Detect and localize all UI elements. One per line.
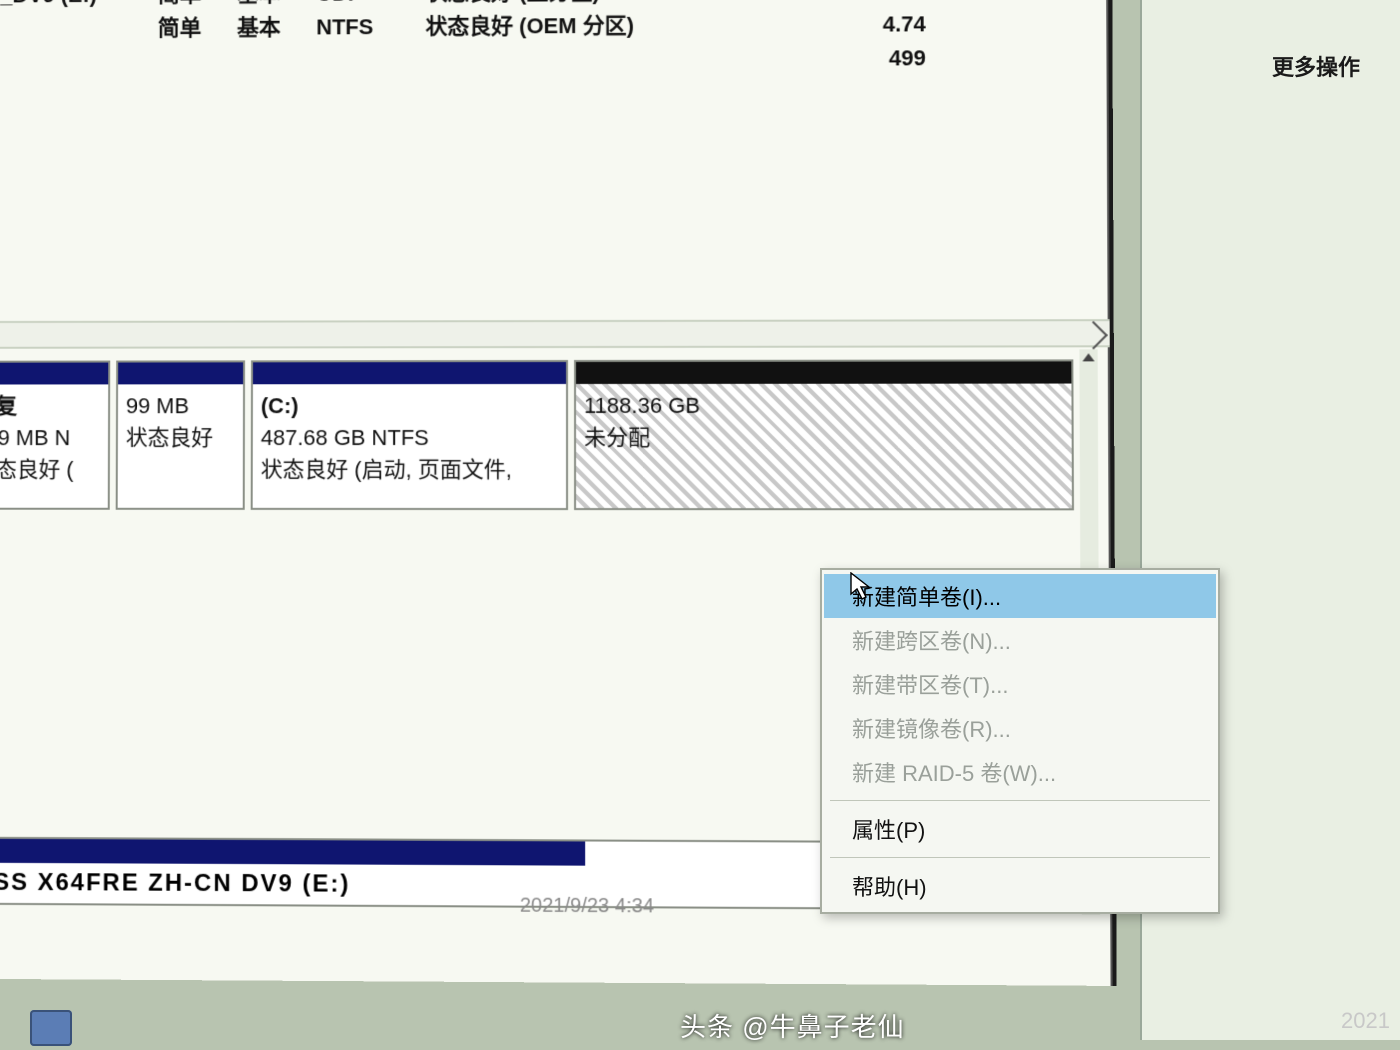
partition-size: 487.68 GB NTFS <box>261 422 558 454</box>
vol-type: 基本 <box>237 0 316 11</box>
horizontal-scrollbar[interactable] <box>0 319 1110 349</box>
vol-fs <box>316 44 425 78</box>
menu-new-striped-volume[interactable]: 新建带区卷(T)... <box>824 662 1216 706</box>
partition-name: (C:) <box>261 390 558 422</box>
volume-list-table[interactable]: 分区 2) 简单 基本 状态良好 (EFI 系统分区) 487 E_ZH-CN_… <box>0 0 1109 80</box>
vol-size: 4.74 <box>865 7 925 41</box>
partition-size: 499 MB N <box>0 422 100 454</box>
context-menu[interactable]: 新建简单卷(I)... 新建跨区卷(N)... 新建带区卷(T)... 新建镜像… <box>820 568 1220 914</box>
partition-c[interactable]: (C:) 487.68 GB NTFS 状态良好 (启动, 页面文件, <box>251 360 568 510</box>
menu-new-spanned-volume[interactable]: 新建跨区卷(N)... <box>824 618 1216 662</box>
vol-fs: UDF <box>316 0 425 11</box>
partition-header <box>0 363 108 385</box>
partition-unallocated[interactable]: 1188.36 GB 未分配 <box>574 359 1074 510</box>
more-actions-link[interactable]: 更多操作 <box>1272 50 1360 82</box>
menu-new-mirrored-volume[interactable]: 新建镜像卷(R)... <box>824 706 1216 750</box>
vol-name <box>0 45 158 80</box>
partition-status: 状态良好 ( <box>0 454 100 486</box>
vol-type: 基本 <box>237 11 316 45</box>
vol-size: 499 <box>865 41 925 75</box>
disk-map: 恢复 499 MB N 状态良好 ( 99 MB 状态良好 (C:) 487.6… <box>0 359 1098 530</box>
vol-layout: 简单 <box>158 11 237 45</box>
vol-name <box>0 11 158 46</box>
partition-efi[interactable]: 99 MB 状态良好 <box>116 360 245 509</box>
vol-layout: 简单 <box>158 0 237 11</box>
partition-recovery[interactable]: 恢复 499 MB N 状态良好 ( <box>0 361 110 510</box>
partition-size: 99 MB <box>126 390 235 422</box>
partition-status: 未分配 <box>584 422 1064 454</box>
partition-header <box>253 362 566 384</box>
menu-properties[interactable]: 属性(P) <box>824 807 1216 851</box>
menu-new-simple-volume[interactable]: 新建简单卷(I)... <box>824 574 1216 618</box>
partition-status: 状态良好 <box>126 422 235 454</box>
watermark-text: 头条 @牛鼻子老仙 <box>680 1007 905 1044</box>
vol-fs: NTFS <box>316 10 425 44</box>
menu-separator <box>830 857 1210 858</box>
vol-status <box>425 42 865 78</box>
menu-help[interactable]: 帮助(H) <box>824 864 1216 908</box>
vol-layout <box>158 45 237 79</box>
partition-name: 恢复 <box>0 390 100 422</box>
partition-header <box>118 362 243 384</box>
taskbar-app-icon[interactable] <box>30 1010 72 1046</box>
menu-new-raid5-volume[interactable]: 新建 RAID-5 卷(W)... <box>824 750 1216 794</box>
vol-type <box>237 44 316 78</box>
table-row[interactable]: 499 <box>0 40 1109 80</box>
partition-header <box>0 839 585 866</box>
partition-header <box>576 361 1071 384</box>
vol-status: 状态良好 (OEM 分区) <box>426 8 866 44</box>
partition-size: 1188.36 GB <box>584 390 1063 422</box>
tray-year: 2021 <box>1341 1008 1390 1034</box>
menu-separator <box>830 800 1210 801</box>
tray-clock: 2021/9/23 4:34 <box>520 895 654 919</box>
partition-status: 状态良好 (启动, 页面文件, <box>261 454 558 486</box>
